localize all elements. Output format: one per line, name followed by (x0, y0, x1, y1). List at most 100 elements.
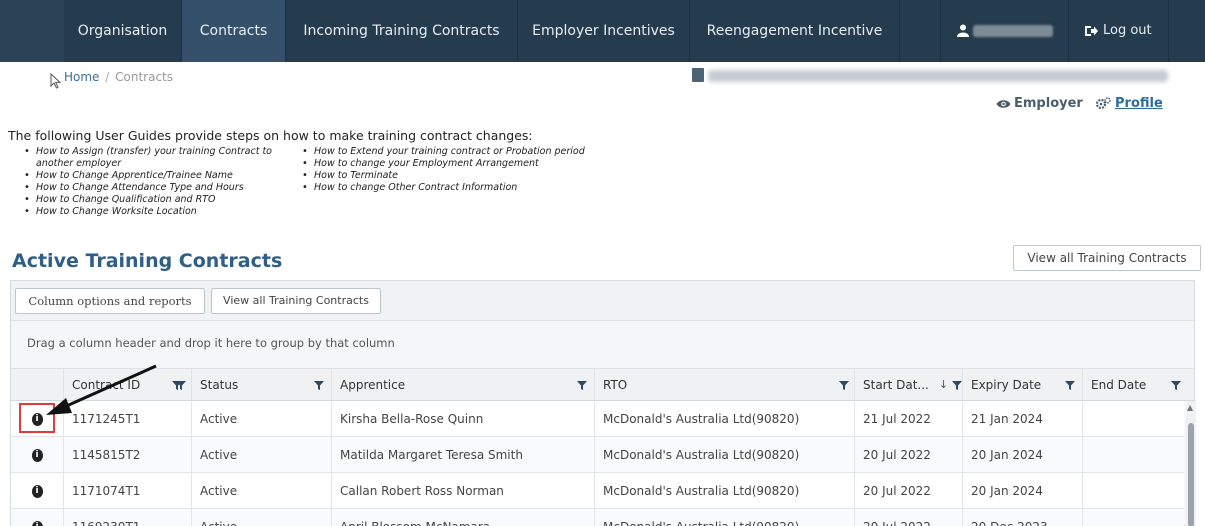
cell-status: Active (191, 437, 331, 473)
guide-link-other-info[interactable]: How to change Other Contract Information (300, 182, 620, 194)
header-status-label: Status (200, 378, 239, 392)
header-end-date-label: End Date (1091, 378, 1147, 392)
cell-contract-id: 1169230T1 (63, 509, 191, 526)
cell-end-date (1082, 473, 1184, 509)
cell-end-date (1082, 509, 1184, 526)
filter-icon[interactable] (1171, 381, 1181, 390)
nav-left-pad (0, 0, 64, 62)
guide-link-employment-arrangement[interactable]: How to change your Employment Arrangemen… (300, 158, 620, 170)
cell-expiry-date: 21 Jan 2024 (962, 401, 1082, 437)
breadcrumb: Home / Contracts (64, 70, 173, 84)
mouse-cursor-icon (50, 73, 62, 89)
grid-header: Contract ID Status Apprentice RTO Start … (11, 369, 1194, 401)
nav-employer-incentives[interactable]: Employer Incentives (518, 0, 690, 62)
user-name-redacted (973, 24, 1053, 37)
breadcrumb-current: Contracts (115, 70, 174, 84)
header-rto-label: RTO (603, 378, 628, 392)
cell-apprentice: Callan Robert Ross Norman (331, 473, 594, 509)
filter-icon[interactable] (314, 381, 324, 390)
cell-apprentice: Kirsha Bella-Rose Quinn (331, 401, 594, 437)
profile-label: Profile (1115, 96, 1163, 111)
cell-start-date: 20 Jul 2022 (854, 473, 962, 509)
header-status[interactable]: Status (176, 369, 331, 401)
table-row[interactable]: i 1169230T1 Active April Blossom McNamar… (11, 509, 1184, 526)
cell-status: Active (191, 473, 331, 509)
filter-icon[interactable] (176, 381, 186, 390)
employer-label: Employer (1014, 96, 1083, 111)
nav-right-pad (1168, 0, 1205, 62)
active-contracts-title: Active Training Contracts (12, 250, 283, 272)
header-contract-id[interactable]: Contract ID (63, 369, 191, 401)
table-row[interactable]: i 1171245T1 Active Kirsha Bella-Rose Qui… (11, 401, 1184, 437)
view-all-contracts-button-top[interactable]: View all Training Contracts (1013, 245, 1201, 271)
nav-reengagement-incentive[interactable]: Reengagement Incentive (690, 0, 900, 62)
header-rto[interactable]: RTO (577, 369, 854, 401)
filter-icon[interactable] (952, 381, 962, 390)
filter-icon[interactable] (839, 381, 849, 390)
guide-link-terminate[interactable]: How to Terminate (300, 170, 620, 182)
cell-expiry-date: 20 Dec 2023 (962, 509, 1082, 526)
contracts-grid: Column options and reports View all Trai… (10, 280, 1196, 526)
user-menu[interactable] (940, 0, 1068, 62)
header-apprentice[interactable]: Apprentice (314, 369, 594, 401)
filter-icon[interactable] (1065, 381, 1075, 390)
guide-link-attendance[interactable]: How to Change Attendance Type and Hours (22, 182, 292, 194)
cell-apprentice: April Blossom McNamara (331, 509, 594, 526)
grid-toolbar: Column options and reports View all Trai… (11, 281, 1194, 321)
user-guides-intro: The following User Guides provide steps … (8, 128, 533, 143)
header-start-date-label: Start Dat... (863, 378, 929, 392)
eye-icon (996, 99, 1011, 108)
cell-end-date (1082, 401, 1184, 437)
header-start-date[interactable]: Start Dat... ↓ (839, 369, 962, 401)
cell-apprentice: Matilda Margaret Teresa Smith (331, 437, 594, 473)
nav-contracts[interactable]: Contracts (182, 0, 286, 62)
table-row[interactable]: i 1171074T1 Active Callan Robert Ross No… (11, 473, 1184, 509)
scrollbar-thumb[interactable] (1188, 423, 1194, 526)
table-row[interactable]: i 1145815T2 Active Matilda Margaret Tere… (11, 437, 1184, 473)
top-nav: Organisation Contracts Incoming Training… (0, 0, 1205, 62)
building-icon (692, 68, 704, 82)
profile-link[interactable]: Profile (1095, 96, 1163, 111)
header-end-date[interactable]: End Date (1065, 369, 1184, 401)
cell-contract-id: 1171245T1 (63, 401, 191, 437)
view-all-contracts-button[interactable]: View all Training Contracts (211, 288, 381, 314)
nav-incoming-training-contracts[interactable]: Incoming Training Contracts (286, 0, 518, 62)
user-icon (957, 24, 969, 37)
vertical-scrollbar[interactable]: ▲ (1186, 401, 1196, 526)
group-by-drop-zone[interactable]: Drag a column header and drop it here to… (11, 321, 1194, 369)
logout-icon (1085, 25, 1098, 36)
user-guides-list-2: How to Extend your training contract or … (300, 146, 620, 194)
info-icon[interactable]: i (11, 509, 63, 526)
guide-link-extend[interactable]: How to Extend your training contract or … (300, 146, 600, 158)
cell-rto: McDonald's Australia Ltd(90820) (594, 509, 854, 526)
logout-label: Log out (1103, 23, 1152, 38)
filter-icon[interactable] (577, 381, 587, 390)
column-options-button[interactable]: Column options and reports (15, 288, 205, 314)
header-info (11, 369, 63, 401)
cell-contract-id: 1145815T2 (63, 437, 191, 473)
organisation-name-redacted (708, 70, 1168, 82)
header-expiry-date[interactable]: Expiry Date (962, 369, 1082, 401)
scroll-up-icon[interactable]: ▲ (1187, 403, 1193, 412)
cell-expiry-date: 20 Jan 2024 (962, 473, 1082, 509)
cell-end-date (1082, 437, 1184, 473)
guide-link-change-name[interactable]: How to Change Apprentice/Trainee Name (22, 170, 292, 182)
cell-status: Active (191, 509, 331, 526)
nav-organisation[interactable]: Organisation (64, 0, 182, 62)
sort-descending-icon[interactable]: ↓ (939, 369, 948, 401)
guide-link-assign[interactable]: How to Assign (transfer) your training C… (22, 146, 278, 170)
guide-link-qualification[interactable]: How to Change Qualification and RTO (22, 194, 292, 206)
header-apprentice-label: Apprentice (340, 378, 406, 392)
user-guides-list-1: How to Assign (transfer) your training C… (22, 146, 292, 218)
gears-icon (1095, 97, 1111, 110)
breadcrumb-home[interactable]: Home (64, 70, 99, 84)
info-button-highlight (19, 403, 55, 433)
cell-contract-id: 1171074T1 (63, 473, 191, 509)
guide-link-worksite[interactable]: How to Change Worksite Location (22, 206, 292, 218)
info-icon[interactable]: i (11, 437, 63, 473)
cell-rto: McDonald's Australia Ltd(90820) (594, 401, 854, 437)
info-icon[interactable]: i (11, 473, 63, 509)
cell-expiry-date: 20 Jan 2024 (962, 437, 1082, 473)
logout-button[interactable]: Log out (1068, 0, 1168, 62)
employer-link[interactable]: Employer (996, 96, 1083, 111)
